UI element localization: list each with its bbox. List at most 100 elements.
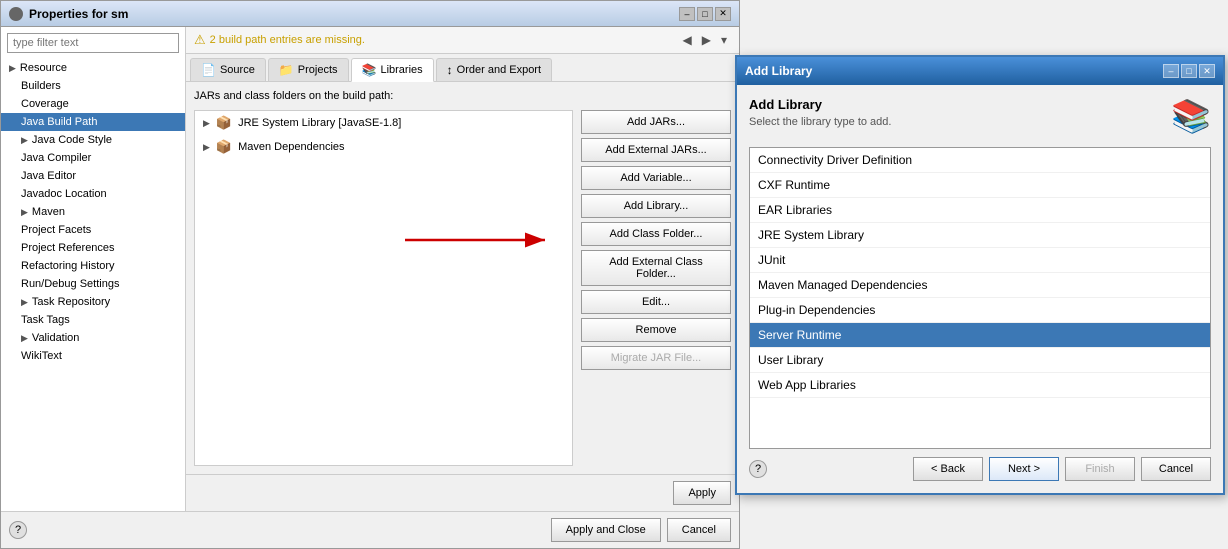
tree-item-jre[interactable]: ▶ 📦 JRE System Library [JavaSE-1.8] [195, 111, 572, 135]
dialog-heading: Add Library [749, 97, 891, 112]
dialog-close-button[interactable]: ✕ [1199, 64, 1215, 78]
build-path-tree[interactable]: ▶ 📦 JRE System Library [JavaSE-1.8] ▶ 📦 … [194, 110, 573, 466]
sidebar-item-label: Resource [20, 62, 67, 74]
sidebar-list: ▶ Resource Builders Coverage Java Build … [1, 59, 185, 511]
migrate-jar-button[interactable]: Migrate JAR File... [581, 346, 731, 370]
sidebar-item-java-compiler[interactable]: Java Compiler [1, 149, 185, 167]
sidebar-item-label: Task Repository [32, 296, 110, 308]
expand-icon: ▶ [203, 142, 210, 153]
library-item-connectivity[interactable]: Connectivity Driver Definition [750, 148, 1210, 173]
sidebar-item-label: WikiText [21, 350, 62, 362]
maximize-button[interactable]: □ [697, 7, 713, 21]
tree-item-label: JRE System Library [JavaSE-1.8] [238, 117, 401, 129]
dialog-subtitle: Select the library type to add. [749, 116, 891, 128]
library-item-user[interactable]: User Library [750, 348, 1210, 373]
tab-libraries[interactable]: 📚 Libraries [351, 58, 434, 82]
help-button[interactable]: ? [9, 521, 27, 539]
tree-item-maven[interactable]: ▶ 📦 Maven Dependencies [195, 135, 572, 159]
library-icon: 📦 [216, 139, 232, 155]
window-title: Properties for sm [29, 7, 128, 21]
sidebar-item-project-facets[interactable]: Project Facets [1, 221, 185, 239]
expand-icon: ▶ [203, 118, 210, 129]
next-button[interactable]: Next > [989, 457, 1059, 481]
sidebar-item-task-tags[interactable]: Task Tags [1, 311, 185, 329]
dialog-help-button[interactable]: ? [749, 460, 767, 478]
sidebar-item-javadoc[interactable]: Javadoc Location [1, 185, 185, 203]
sidebar-item-label: Coverage [21, 98, 69, 110]
library-item-plugin[interactable]: Plug-in Dependencies [750, 298, 1210, 323]
sidebar-item-label: Project Facets [21, 224, 91, 236]
sidebar-item-resource[interactable]: ▶ Resource [1, 59, 185, 77]
sidebar-item-java-code-style[interactable]: ▶ Java Code Style [1, 131, 185, 149]
dialog-minimize-button[interactable]: – [1163, 64, 1179, 78]
nav-back-button[interactable]: ◀ [679, 31, 696, 49]
main-bottom-bar: ? Apply and Close Cancel [1, 511, 739, 548]
minimize-button[interactable]: – [679, 7, 695, 21]
add-external-jars-button[interactable]: Add External JARs... [581, 138, 731, 162]
source-tab-icon: 📄 [201, 63, 216, 77]
library-item-maven-managed[interactable]: Maven Managed Dependencies [750, 273, 1210, 298]
library-icon: 📚 [1171, 97, 1211, 135]
warning-message: ⚠ 2 build path entries are missing. [194, 32, 365, 48]
sidebar-item-builders[interactable]: Builders [1, 77, 185, 95]
edit-button[interactable]: Edit... [581, 290, 731, 314]
cancel-button[interactable]: Cancel [667, 518, 731, 542]
sidebar-item-label: Javadoc Location [21, 188, 107, 200]
top-bar: ⚠ 2 build path entries are missing. ◀ ▶ … [186, 27, 739, 54]
apply-button[interactable]: Apply [673, 481, 731, 505]
tab-order-export[interactable]: ↕ Order and Export [436, 58, 552, 81]
sidebar-item-validation[interactable]: ▶ Validation [1, 329, 185, 347]
back-button[interactable]: < Back [913, 457, 983, 481]
library-item-jre[interactable]: JRE System Library [750, 223, 1210, 248]
tab-projects[interactable]: 📁 Projects [268, 58, 349, 81]
sidebar: ▶ Resource Builders Coverage Java Build … [1, 27, 186, 511]
add-library-button[interactable]: Add Library... [581, 194, 731, 218]
buttons-panel: Add JARs... Add External JARs... Add Var… [581, 110, 731, 466]
sidebar-item-java-editor[interactable]: Java Editor [1, 167, 185, 185]
sidebar-item-label: Refactoring History [21, 260, 115, 272]
sidebar-item-label: Java Compiler [21, 152, 91, 164]
sidebar-item-java-build-path[interactable]: Java Build Path [1, 113, 185, 131]
add-library-dialog: Add Library – □ ✕ Add Library Select the… [735, 55, 1225, 495]
filter-input[interactable] [7, 33, 179, 53]
tab-source[interactable]: 📄 Source [190, 58, 266, 81]
nav-dropdown-button[interactable]: ▾ [717, 31, 731, 49]
sidebar-item-refactoring-history[interactable]: Refactoring History [1, 257, 185, 275]
library-item-cxf[interactable]: CXF Runtime [750, 173, 1210, 198]
remove-button[interactable]: Remove [581, 318, 731, 342]
sidebar-item-maven[interactable]: ▶ Maven [1, 203, 185, 221]
add-class-folder-button[interactable]: Add Class Folder... [581, 222, 731, 246]
sidebar-item-project-references[interactable]: Project References [1, 239, 185, 257]
sidebar-item-label: Builders [21, 80, 61, 92]
sidebar-item-task-repository[interactable]: ▶ Task Repository [1, 293, 185, 311]
title-controls: – □ ✕ [679, 7, 731, 21]
library-item-webapp[interactable]: Web App Libraries [750, 373, 1210, 398]
sidebar-item-coverage[interactable]: Coverage [1, 95, 185, 113]
expand-icon: ▶ [21, 333, 28, 344]
nav-forward-button[interactable]: ▶ [698, 31, 715, 49]
sidebar-item-run-debug[interactable]: Run/Debug Settings [1, 275, 185, 293]
finish-button[interactable]: Finish [1065, 457, 1135, 481]
warning-text: 2 build path entries are missing. [210, 34, 365, 46]
dialog-maximize-button[interactable]: □ [1181, 64, 1197, 78]
order-tab-icon: ↕ [447, 63, 453, 77]
library-list[interactable]: Connectivity Driver Definition CXF Runti… [749, 147, 1211, 449]
projects-tab-icon: 📁 [279, 63, 294, 77]
library-item-server-runtime[interactable]: Server Runtime [750, 323, 1210, 348]
sidebar-item-label: Java Build Path [21, 116, 97, 128]
sidebar-item-label: Task Tags [21, 314, 70, 326]
sidebar-item-label: Java Code Style [32, 134, 112, 146]
dialog-cancel-button[interactable]: Cancel [1141, 457, 1211, 481]
add-external-class-folder-button[interactable]: Add External Class Folder... [581, 250, 731, 286]
close-button[interactable]: ✕ [715, 7, 731, 21]
dialog-title-bar: Add Library – □ ✕ [737, 57, 1223, 85]
add-jars-button[interactable]: Add JARs... [581, 110, 731, 134]
nav-buttons: ◀ ▶ ▾ [679, 31, 732, 49]
apply-close-button[interactable]: Apply and Close [551, 518, 661, 542]
right-panel: ⚠ 2 build path entries are missing. ◀ ▶ … [186, 27, 739, 511]
sidebar-item-wikitext[interactable]: WikiText [1, 347, 185, 365]
library-item-junit[interactable]: JUnit [750, 248, 1210, 273]
add-variable-button[interactable]: Add Variable... [581, 166, 731, 190]
library-item-ear[interactable]: EAR Libraries [750, 198, 1210, 223]
libraries-tab-icon: 📚 [362, 63, 377, 77]
